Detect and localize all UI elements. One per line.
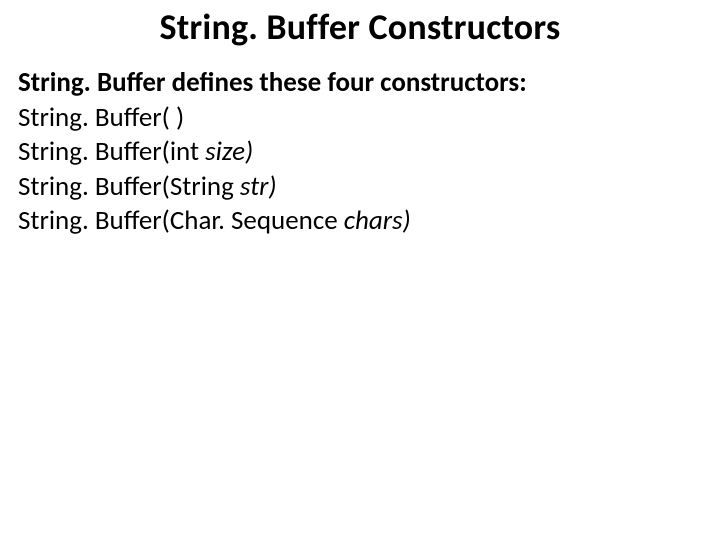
ctor-plain: String. Buffer(Char. Sequence xyxy=(18,204,344,237)
ctor-plain: String. Buffer(String xyxy=(18,170,240,203)
intro-line: String. Buffer defines these four constr… xyxy=(18,66,702,101)
slide: String. Buffer Constructors String. Buff… xyxy=(0,0,720,540)
slide-body: String. Buffer defines these four constr… xyxy=(18,66,702,239)
ctor-plain: String. Buffer(int xyxy=(18,135,205,168)
constructor-2: String. Buffer(int size) xyxy=(18,135,702,170)
constructor-1: String. Buffer( ) xyxy=(18,101,702,136)
slide-title: String. Buffer Constructors xyxy=(0,8,720,48)
ctor-ital: str) xyxy=(240,170,277,203)
constructor-3: String. Buffer(String str) xyxy=(18,170,702,205)
constructor-4: String. Buffer(Char. Sequence chars) xyxy=(18,204,702,239)
ctor-ital: size) xyxy=(205,135,253,168)
ctor-ital: chars) xyxy=(344,204,411,237)
ctor-plain: String. Buffer( ) xyxy=(18,101,184,134)
